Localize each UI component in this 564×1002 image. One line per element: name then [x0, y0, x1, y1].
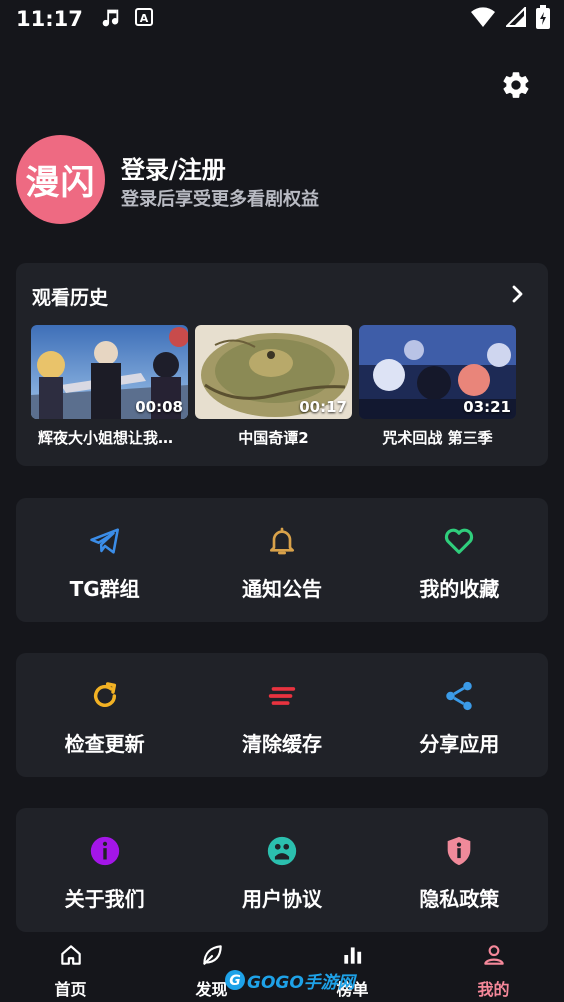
- history-duration: 00:08: [135, 398, 183, 416]
- history-item[interactable]: 00:17 中国奇谭2: [195, 325, 352, 448]
- settings-button[interactable]: [497, 68, 535, 106]
- action-label: 隐私政策: [419, 887, 500, 911]
- watermark-text: GOGO手游网: [247, 972, 355, 993]
- avatar[interactable]: 漫闪: [16, 135, 105, 224]
- nav-label: 我的: [477, 980, 510, 999]
- status-time: 11:17: [16, 7, 83, 31]
- watermark-icon: G: [225, 970, 245, 990]
- status-bar: 11:17 A: [0, 0, 564, 38]
- history-list: 00:08 辉夜大小姐想让我… 00:17 中国奇谭2 03:21 咒术回战 第…: [31, 325, 516, 448]
- clear-cache-button[interactable]: 清除缓存: [193, 653, 370, 777]
- share-icon: [441, 678, 477, 714]
- action-label: 关于我们: [64, 887, 145, 911]
- wifi-icon: [470, 6, 496, 32]
- music-note-icon: [99, 6, 121, 32]
- clear-cache-icon: [264, 678, 300, 714]
- leaf-icon: [198, 942, 226, 972]
- action-label: 通知公告: [241, 577, 322, 601]
- action-label: 分享应用: [419, 732, 500, 756]
- telegram-icon: [87, 523, 123, 559]
- history-item-name: 咒术回战 第三季: [382, 429, 493, 447]
- actions-card-3: 关于我们 用户协议 隐私政策: [16, 808, 548, 932]
- home-icon: [57, 942, 85, 972]
- agreement-icon: [264, 833, 300, 869]
- action-label: 用户协议: [241, 887, 322, 911]
- chevron-right-icon: [512, 285, 523, 303]
- refresh-icon: [87, 678, 123, 714]
- heart-icon: [441, 523, 477, 559]
- nav-mine[interactable]: 我的: [423, 938, 564, 1002]
- history-item-name: 辉夜大小姐想让我…: [38, 429, 174, 447]
- action-label: 检查更新: [64, 732, 145, 756]
- watch-history-card: 观看历史 00:08 辉夜大小姐想让我… 00:17 中国奇谭2 03:21 咒…: [16, 263, 548, 466]
- signal-icon: [504, 5, 526, 31]
- history-item[interactable]: 03:21 咒术回战 第三季: [359, 325, 516, 448]
- privacy-policy-button[interactable]: 隐私政策: [371, 808, 548, 932]
- battery-icon: [536, 5, 550, 33]
- privacy-shield-icon: [441, 833, 477, 869]
- history-more-button[interactable]: [506, 283, 528, 305]
- info-icon: [87, 833, 123, 869]
- about-us-button[interactable]: 关于我们: [16, 808, 193, 932]
- favorites-button[interactable]: 我的收藏: [371, 498, 548, 622]
- gear-icon: [500, 69, 532, 105]
- tg-group-button[interactable]: TG群组: [16, 498, 193, 622]
- history-item-name: 中国奇谭2: [238, 429, 309, 447]
- action-label: 清除缓存: [241, 732, 322, 756]
- actions-card-1: TG群组 通知公告 我的收藏: [16, 498, 548, 622]
- history-duration: 00:17: [299, 398, 347, 416]
- action-label: TG群组: [69, 577, 140, 601]
- history-thumbnail: 00:08: [31, 325, 188, 419]
- user-icon: [480, 942, 508, 972]
- bell-icon: [264, 523, 300, 559]
- history-item[interactable]: 00:08 辉夜大小姐想让我…: [31, 325, 188, 448]
- actions-card-2: 检查更新 清除缓存 分享应用: [16, 653, 548, 777]
- keyboard-a-icon: A: [134, 8, 153, 30]
- nav-label: 首页: [54, 980, 87, 999]
- share-app-button[interactable]: 分享应用: [371, 653, 548, 777]
- history-thumbnail: 03:21: [359, 325, 516, 419]
- history-duration: 03:21: [463, 398, 511, 416]
- svg-text:G: G: [229, 973, 241, 989]
- login-subtitle: 登录后享受更多看剧权益: [121, 189, 319, 210]
- nav-home[interactable]: 首页: [0, 938, 141, 1002]
- history-title: 观看历史: [32, 287, 109, 309]
- svg-text:A: A: [140, 12, 149, 25]
- watermark-logo: G GOGO手游网: [223, 966, 355, 994]
- history-thumbnail: 00:17: [195, 325, 352, 419]
- check-update-button[interactable]: 检查更新: [16, 653, 193, 777]
- login-register-link[interactable]: 登录/注册: [121, 150, 226, 185]
- user-agreement-button[interactable]: 用户协议: [193, 808, 370, 932]
- action-label: 我的收藏: [419, 577, 500, 601]
- notice-button[interactable]: 通知公告: [193, 498, 370, 622]
